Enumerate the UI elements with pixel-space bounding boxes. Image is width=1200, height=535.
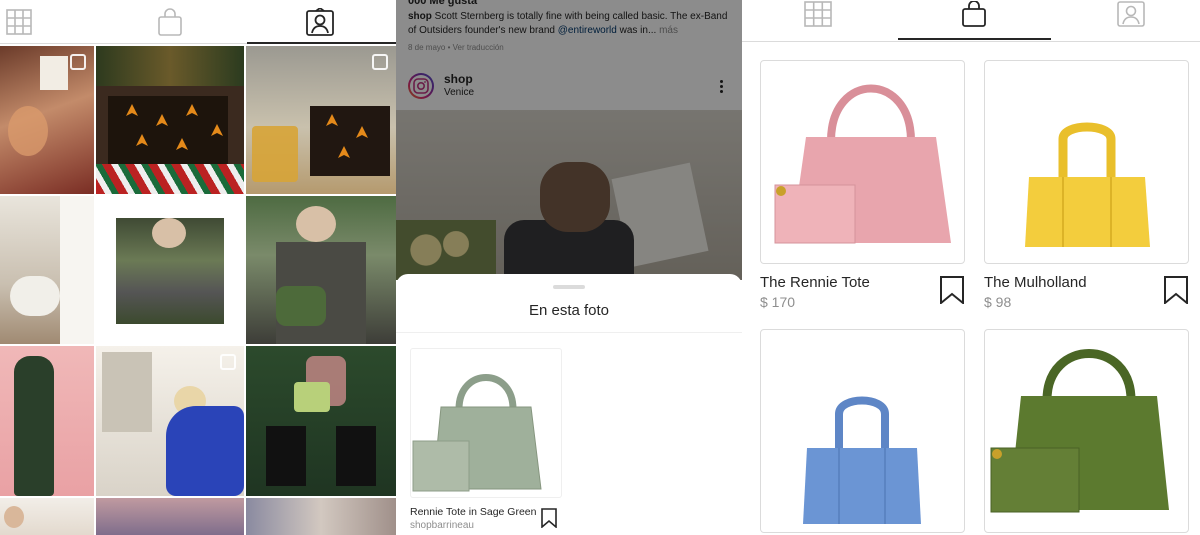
grid-post[interactable]: [0, 346, 94, 496]
product-price: $ 98: [984, 294, 1012, 310]
grid-post[interactable]: [246, 46, 396, 194]
save-product-button[interactable]: [939, 276, 965, 309]
post-detail-panel: 000 Me gusta shop Scott Sternberg is tot…: [396, 0, 742, 535]
shop-product-card[interactable]: The Mulholland $ 98: [984, 60, 1189, 310]
tote-bag-image: [990, 349, 1169, 513]
tab-tagged[interactable]: [1115, 0, 1147, 28]
save-product-button[interactable]: [1163, 276, 1189, 309]
bookmark-icon: [1164, 276, 1188, 306]
product-image[interactable]: [984, 329, 1189, 533]
product-image[interactable]: [984, 60, 1189, 264]
product-image[interactable]: [760, 60, 965, 264]
bookmark-icon: [541, 508, 557, 529]
bookmark-icon: [940, 276, 964, 306]
profile-grid-panel: [0, 0, 396, 535]
screenshot-root: 000 Me gusta shop Scott Sternberg is tot…: [0, 0, 1200, 535]
tab-grid[interactable]: [4, 0, 34, 44]
product-image[interactable]: [410, 348, 562, 498]
tagged-product-card[interactable]: Rennie Tote in Sage Green shopbarrineau: [410, 348, 562, 534]
shop-panel: The Rennie Tote $ 170 The Mulholland $ 9…: [742, 0, 1200, 535]
tote-bag-image: [412, 374, 542, 492]
save-product-button[interactable]: [540, 508, 558, 533]
sheet-drag-handle[interactable]: [553, 285, 585, 289]
backdrop-overlay[interactable]: [396, 0, 742, 280]
sheet-title: En esta foto: [528, 302, 610, 319]
grid-post[interactable]: [0, 46, 94, 194]
tagged-products-sheet: En esta foto Rennie Tote in Sage Green s…: [396, 274, 742, 535]
tab-tagged[interactable]: [305, 0, 335, 44]
grid-post[interactable]: [246, 498, 396, 535]
tab-shop[interactable]: [155, 0, 185, 44]
tote-bag-image: [1025, 122, 1150, 247]
shop-product-card[interactable]: The Rennie Tote $ 170: [760, 60, 965, 310]
multiple-photos-icon: [220, 354, 236, 370]
tagged-person-icon: [306, 8, 334, 36]
product-name[interactable]: The Rennie Tote: [760, 274, 870, 291]
product-image[interactable]: [760, 329, 965, 533]
grid-post[interactable]: [0, 498, 94, 535]
active-tab-indicator: [247, 42, 396, 44]
multiple-photos-icon: [372, 54, 388, 70]
product-price: $ 170: [760, 294, 796, 310]
grid-post[interactable]: [96, 196, 244, 344]
grid-post[interactable]: [96, 346, 244, 496]
shop-product-card[interactable]: [760, 329, 965, 533]
multiple-photos-icon: [70, 54, 86, 70]
divider: [396, 332, 742, 333]
tagged-person-icon: [1117, 1, 1145, 27]
grid-icon: [804, 1, 832, 27]
leaf-pattern-icon: [126, 104, 223, 150]
tab-grid[interactable]: [802, 0, 834, 28]
grid-post[interactable]: [0, 196, 94, 344]
tote-bag-image: [803, 396, 921, 524]
profile-tab-bar: [0, 0, 396, 44]
tote-bag-image: [774, 84, 951, 244]
shop-product-card[interactable]: [984, 329, 1189, 533]
shop-tab-bar: [742, 0, 1200, 42]
grid-icon: [6, 9, 32, 35]
grid-post[interactable]: [246, 196, 396, 344]
tab-shop[interactable]: [958, 0, 990, 28]
product-name[interactable]: The Mulholland: [984, 274, 1087, 291]
grid-post[interactable]: [96, 498, 244, 535]
grid-post[interactable]: [246, 346, 396, 496]
grid-post[interactable]: [96, 46, 244, 194]
active-tab-indicator: [898, 38, 1051, 40]
shopping-bag-icon: [962, 1, 986, 27]
shopping-bag-icon: [158, 8, 182, 36]
